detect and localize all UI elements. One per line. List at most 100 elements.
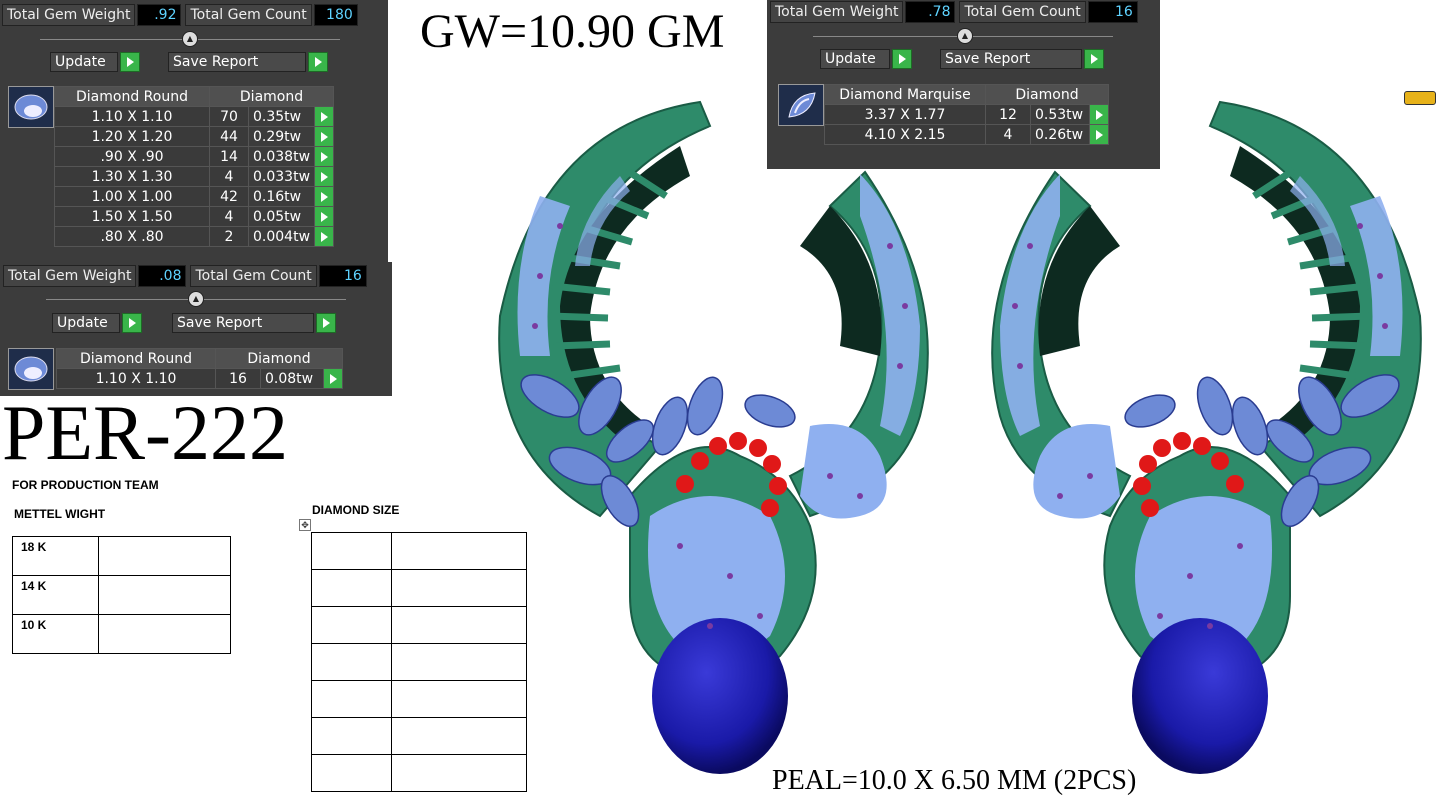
weight-cell: 0.35tw (247, 106, 316, 127)
size-cell: 1.10 X 1.10 (54, 106, 210, 127)
play-icon[interactable] (315, 187, 333, 206)
pearl-drop (652, 618, 788, 774)
save-report-button-label: Save Report (168, 52, 306, 72)
metal-weight-label: METTEL WIGHT (14, 507, 106, 521)
play-icon[interactable] (1084, 49, 1104, 69)
save-report-button[interactable]: Save Report (168, 52, 328, 72)
size-entry-cell[interactable] (311, 754, 392, 792)
size-entry-cell[interactable] (311, 532, 392, 570)
table-row: .80 X .80 2 0.004tw (54, 226, 335, 247)
update-button-label: Update (50, 52, 118, 72)
play-icon[interactable] (308, 52, 328, 72)
table-row: 18 K (12, 536, 231, 576)
column-header: Diamond Round (54, 86, 210, 107)
play-icon[interactable] (122, 313, 142, 333)
save-report-button[interactable]: Save Report (172, 313, 336, 333)
size-entry-cell[interactable] (311, 606, 392, 644)
size-cell: .90 X .90 (54, 146, 210, 167)
play-icon[interactable] (315, 147, 333, 166)
count-cell: 44 (209, 126, 249, 147)
weight-cell: 0.004tw (247, 226, 316, 247)
weight-entry-cell[interactable] (98, 575, 231, 615)
play-icon[interactable] (315, 227, 333, 246)
column-header: Diamond (208, 86, 335, 107)
column-header: Diamond Round (56, 348, 216, 369)
play-icon[interactable] (316, 313, 336, 333)
weight-cell: 0.16tw (247, 186, 316, 207)
size-cell: .80 X .80 (54, 226, 210, 247)
weight-cell: 0.29tw (247, 126, 316, 147)
collapse-knob-icon[interactable]: ▲ (182, 31, 198, 47)
count-cell: 4 (209, 166, 249, 187)
total-gem-weight-label: Total Gem Weight (2, 4, 136, 26)
row-play-button[interactable] (314, 206, 335, 227)
round-diamond-icon (8, 86, 54, 128)
row-play-button[interactable] (314, 146, 335, 167)
count-cell: 2 (209, 226, 249, 247)
table-header-row: Diamond Round Diamond (56, 348, 343, 369)
pearl-drop (1132, 618, 1268, 774)
count-cell: 4 (209, 206, 249, 227)
count-cell: 14 (209, 146, 249, 167)
update-button[interactable]: Update (820, 49, 912, 69)
update-button-label: Update (52, 313, 120, 333)
karat-cell: 14 K (12, 575, 99, 615)
gross-weight-label: GW=10.90 GM (420, 5, 725, 58)
row-play-button[interactable] (314, 126, 335, 147)
size-entry-cell[interactable] (311, 569, 392, 607)
column-header: Diamond (215, 348, 343, 369)
table-row: 10 K (12, 614, 231, 654)
total-gem-weight-value: .78 (905, 1, 956, 23)
table-header-row: Diamond Round Diamond (54, 86, 335, 107)
play-icon[interactable] (315, 207, 333, 226)
size-entry-cell[interactable] (311, 643, 392, 681)
weight-entry-cell[interactable] (98, 614, 231, 654)
weight-entry-cell[interactable] (98, 536, 231, 576)
play-icon[interactable] (315, 107, 333, 126)
total-gem-count-label: Total Gem Count (959, 1, 1086, 23)
update-button[interactable]: Update (50, 52, 140, 72)
total-gem-count-label: Total Gem Count (190, 265, 317, 287)
count-cell: 42 (209, 186, 249, 207)
table-move-handle-icon[interactable]: ✥ (299, 519, 311, 531)
size-entry-cell[interactable] (311, 717, 392, 755)
gem-report-panel-round: Total Gem Weight .92 Total Gem Count 180… (0, 0, 388, 262)
weight-cell: 0.08tw (260, 368, 324, 389)
save-report-button[interactable]: Save Report (940, 49, 1104, 69)
design-code: PER-222 (2, 389, 289, 476)
collapse-knob-icon[interactable]: ▲ (188, 291, 204, 307)
play-icon[interactable] (892, 49, 912, 69)
size-entry-cell[interactable] (311, 680, 392, 718)
update-button-label: Update (820, 49, 890, 69)
play-icon[interactable] (315, 167, 333, 186)
gem-table: Diamond Round Diamond 1.10 X 1.10 16 0.0… (56, 348, 343, 389)
count-cell: 16 (215, 368, 261, 389)
karat-cell: 18 K (12, 536, 99, 576)
row-play-button[interactable] (323, 368, 343, 389)
row-play-button[interactable] (314, 166, 335, 187)
play-icon[interactable] (324, 369, 342, 388)
row-play-button[interactable] (314, 186, 335, 207)
total-gem-weight-label: Total Gem Weight (3, 265, 137, 287)
count-cell: 70 (209, 106, 249, 127)
row-play-button[interactable] (314, 106, 335, 127)
table-row: 1.10 X 1.10 16 0.08tw (56, 368, 343, 389)
weight-cell: 0.038tw (247, 146, 316, 167)
total-gem-weight-row: Total Gem Weight .92 Total Gem Count 180 (2, 4, 362, 26)
table-row: 1.10 X 1.10 70 0.35tw (54, 106, 335, 127)
table-row: 1.50 X 1.50 4 0.05tw (54, 206, 335, 227)
production-team-title: FOR PRODUCTION TEAM (12, 478, 159, 492)
total-gem-weight-row: Total Gem Weight .78 Total Gem Count 16 (770, 1, 1142, 23)
left-earring (498, 100, 929, 774)
diamond-size-label: DIAMOND SIZE (312, 503, 400, 517)
play-icon[interactable] (315, 127, 333, 146)
size-cell: 1.30 X 1.30 (54, 166, 210, 187)
collapse-knob-icon[interactable]: ▲ (957, 28, 973, 44)
row-play-button[interactable] (314, 226, 335, 247)
table-row: 1.30 X 1.30 4 0.033tw (54, 166, 335, 187)
weight-cell: 0.033tw (247, 166, 316, 187)
weight-cell: 0.05tw (247, 206, 316, 227)
update-button[interactable]: Update (52, 313, 142, 333)
play-icon[interactable] (120, 52, 140, 72)
table-row: 1.00 X 1.00 42 0.16tw (54, 186, 335, 207)
